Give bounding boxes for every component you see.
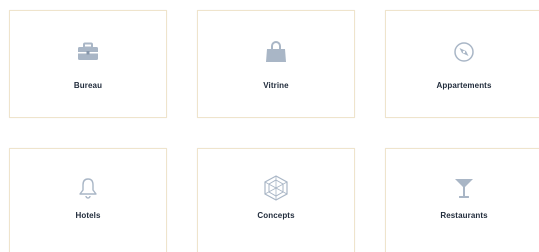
cocktail-glass-icon bbox=[451, 175, 477, 201]
category-card-bureau[interactable]: Bureau bbox=[9, 10, 167, 118]
category-card-hotels[interactable]: Hotels bbox=[9, 148, 167, 252]
bell-icon bbox=[75, 175, 101, 201]
category-label: Vitrine bbox=[263, 81, 289, 90]
shopping-bag-icon bbox=[263, 39, 289, 65]
category-label: Appartements bbox=[436, 81, 492, 90]
category-card-appartements[interactable]: Appartements bbox=[385, 10, 539, 118]
compass-icon bbox=[451, 39, 477, 65]
category-card-concepts[interactable]: Concepts bbox=[197, 148, 355, 252]
category-label: Bureau bbox=[73, 81, 103, 90]
hexagon-icon bbox=[263, 175, 289, 201]
category-grid: Bureau Vitrine Appartements Hotels Conce… bbox=[0, 0, 539, 252]
category-label: Hotels bbox=[75, 211, 101, 220]
briefcase-icon bbox=[75, 39, 101, 65]
category-label: Concepts bbox=[257, 211, 295, 220]
category-card-restaurants[interactable]: Restaurants bbox=[385, 148, 539, 252]
category-card-vitrine[interactable]: Vitrine bbox=[197, 10, 355, 118]
category-label: Restaurants bbox=[440, 211, 488, 220]
